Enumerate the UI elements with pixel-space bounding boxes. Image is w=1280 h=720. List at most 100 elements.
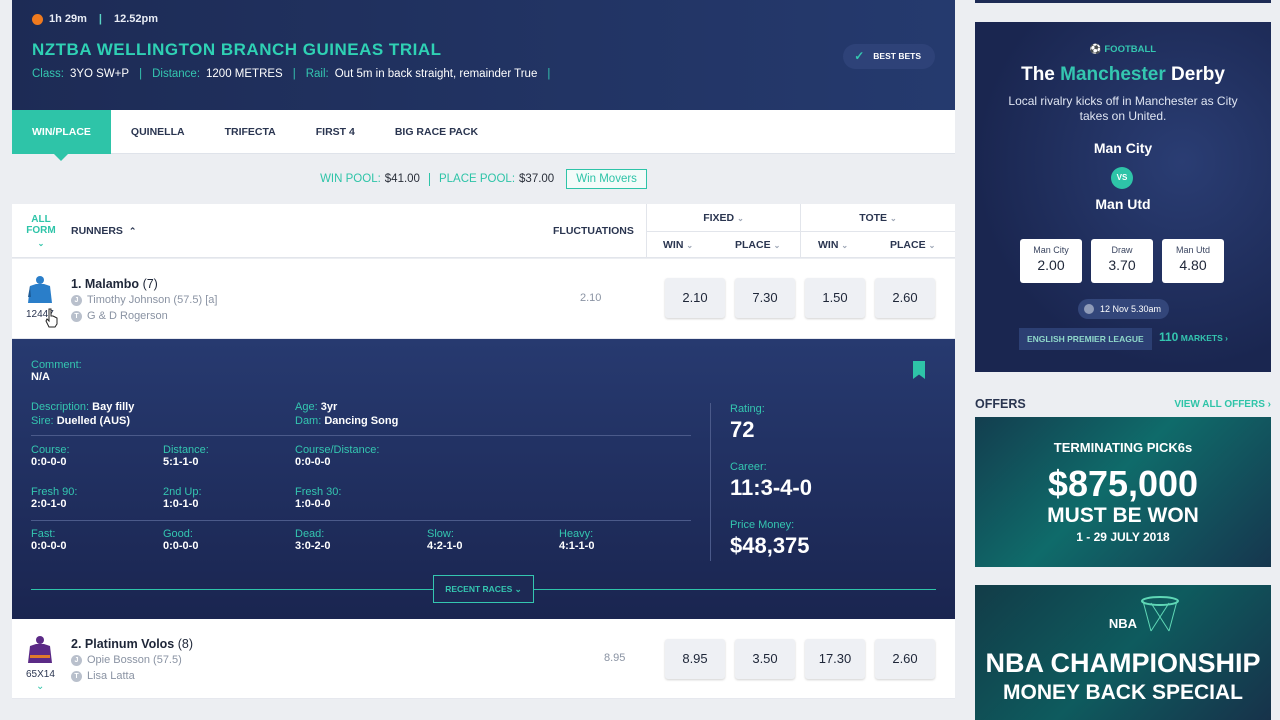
fixed-place-odds-button[interactable]: 3.50	[735, 639, 795, 679]
chevron-down-icon: ⌄	[890, 214, 897, 223]
view-all-offers-link[interactable]: VIEW ALL OFFERS ›	[1174, 399, 1271, 410]
chevron-down-icon[interactable]: ⌄	[36, 681, 44, 692]
race-header: 1h 29m | 12.52pm NZTBA WELLINGTON BRANCH…	[12, 0, 955, 110]
kickoff-time: 12 Nov 5.30am	[1078, 299, 1170, 319]
runner-row[interactable]: 65X14 ⌄ 2. Platinum Volos (8) J Opie Bos…	[12, 619, 955, 699]
chevron-down-icon: ⌄	[686, 241, 694, 250]
divider: |	[547, 68, 551, 80]
rating-stat: Rating: 72	[730, 403, 765, 442]
win-movers-button[interactable]: Win Movers	[566, 169, 647, 189]
fixed-win-header[interactable]: WIN ⌄	[663, 239, 693, 251]
fluctuations-header: FLUCTUATIONS	[553, 225, 634, 237]
fixed-win-odds-button[interactable]: 2.10	[665, 278, 725, 318]
markets-link[interactable]: 110 MARKETS ›	[1159, 330, 1228, 344]
banner-dates: 1 - 29 JULY 2018	[1076, 530, 1170, 544]
tab-first-4[interactable]: FIRST 4	[296, 110, 375, 154]
win-pool-label: WIN POOL:	[320, 173, 381, 185]
league-badge[interactable]: ENGLISH PREMIER LEAGUE	[1019, 328, 1152, 350]
all-form-label: ALL FORM	[26, 214, 56, 236]
bookmark-icon[interactable]	[913, 361, 925, 379]
chevron-down-icon: ⌄	[841, 241, 849, 250]
banner-league: NBA	[1108, 616, 1138, 631]
race-timebar: 1h 29m | 12.52pm	[32, 13, 158, 25]
offers-heading: OFFERS	[975, 397, 1026, 411]
banner-heading: NBA CHAMPIONSHIP	[985, 648, 1261, 678]
fresh90-stat: Fresh 90: 2:0-1-0	[31, 486, 78, 510]
runner-row[interactable]: 12447 1. Malambo (7) J Timothy Johnson (…	[12, 259, 955, 339]
fixed-place-header[interactable]: PLACE ⌄	[735, 239, 780, 251]
distance-stat: Distance: 5:1-1-0	[163, 444, 209, 468]
chevron-down-icon: ⌄	[737, 214, 744, 223]
fixed-label: FIXED	[703, 212, 735, 224]
place-pool-value: $37.00	[519, 173, 555, 185]
check-icon: ✓	[854, 49, 865, 63]
odds-button-home[interactable]: Man City 2.00	[1020, 239, 1082, 283]
class-value: 3YO SW+P	[69, 68, 130, 80]
tote-win-header[interactable]: WIN ⌄	[818, 239, 848, 251]
race-title: NZTBA WELLINGTON BRANCH GUINEAS TRIAL	[32, 40, 442, 59]
tab-big-race-pack[interactable]: BIG RACE PACK	[375, 110, 498, 154]
clock-icon	[1084, 304, 1094, 314]
banner-amount: $875,000	[1047, 463, 1199, 504]
good-stat: Good: 0:0-0-0	[163, 528, 199, 552]
description-row: Description: Bay filly	[31, 401, 135, 413]
runners-header-label: RUNNERS	[71, 225, 123, 237]
chevron-up-icon: ⌃	[128, 226, 137, 236]
banner-heading: TERMINATING PICK6s	[1053, 440, 1193, 455]
jockey-icon: J	[71, 654, 82, 666]
comment-block: Comment: N/A	[31, 359, 82, 383]
divider	[975, 0, 1271, 3]
pick6-offer-banner[interactable]: TERMINATING PICK6s $875,000 MUST BE WON …	[975, 417, 1271, 567]
tote-place-odds-button[interactable]: 2.60	[875, 639, 935, 679]
fixed-place-odds-button[interactable]: 7.30	[735, 278, 795, 318]
heavy-stat: Heavy: 4:1-1-0	[559, 528, 595, 552]
tote-place-header[interactable]: PLACE ⌄	[890, 239, 935, 251]
divider: |	[292, 68, 296, 80]
hand-cursor-icon	[45, 308, 58, 328]
trainer-name: Lisa Latta	[87, 670, 135, 682]
tote-win-odds-button[interactable]: 1.50	[805, 278, 865, 318]
tab-quinella[interactable]: QUINELLA	[111, 110, 205, 154]
career-stat: Career: 11:3-4-0	[730, 461, 812, 500]
fixed-group-header: FIXED ⌄ WIN ⌄ PLACE ⌄	[646, 204, 800, 258]
best-bets-button[interactable]: ✓ BEST BETS	[843, 44, 935, 69]
race-meta: Class: 3YO SW+P | Distance: 1200 METRES …	[32, 68, 554, 80]
tab-trifecta[interactable]: TRIFECTA	[205, 110, 296, 154]
tote-win-odds-button[interactable]: 17.30	[805, 639, 865, 679]
nba-offer-banner[interactable]: NBA NBA CHAMPIONSHIP MONEY BACK SPECIAL	[975, 585, 1271, 720]
jockey-name: Timothy Johnson (57.5) [a]	[87, 294, 218, 306]
place-pool-label: PLACE POOL:	[438, 173, 516, 185]
runner-name: 1. Malambo (7)	[71, 277, 158, 291]
tab-win-place[interactable]: WIN/PLACE	[12, 110, 111, 161]
chevron-right-icon: ›	[1267, 399, 1271, 410]
runners-sort-header[interactable]: RUNNERS ⌃	[71, 225, 136, 237]
rail-label: Rail:	[305, 68, 329, 80]
trainer-icon: T	[71, 310, 82, 322]
race-time: 12.52pm	[114, 13, 159, 25]
football-promo-card[interactable]: ⚽ FOOTBALL The Manchester Derby Local ri…	[975, 22, 1271, 372]
tote-group-header: TOTE ⌄ WIN ⌄ PLACE ⌄	[800, 204, 955, 258]
recent-races-button[interactable]: RECENT RACES ⌄	[433, 575, 534, 603]
tote-place-odds-button[interactable]: 2.60	[875, 278, 935, 318]
fixed-win-odds-button[interactable]: 8.95	[665, 639, 725, 679]
course-distance-stat: Course/Distance: 0:0-0-0	[295, 444, 380, 468]
fresh30-stat: Fresh 30: 1:0-0-0	[295, 486, 342, 510]
chevron-down-icon: ⌄	[37, 239, 45, 248]
age-row: Age: 3yr	[295, 401, 338, 413]
promo-sport: ⚽ FOOTBALL	[1089, 44, 1157, 55]
odds-button-away[interactable]: Man Utd 4.80	[1162, 239, 1224, 283]
silk-code: 65X14	[26, 669, 55, 680]
all-form-toggle[interactable]: ALL FORM ⌄	[26, 214, 56, 249]
trainer-name: G & D Rogerson	[87, 310, 168, 322]
distance-label: Distance:	[152, 68, 201, 80]
jockey-silk-icon	[28, 636, 52, 663]
slow-stat: Slow: 4:2-1-0	[427, 528, 463, 552]
fluctuation-value: 8.95	[604, 652, 626, 664]
runner-form-detail: Comment: N/A Description: Bay filly Sire…	[12, 339, 955, 619]
jockey-line: J Timothy Johnson (57.5) [a]	[71, 294, 217, 306]
jockey-name: Opie Bosson (57.5)	[87, 654, 182, 666]
chevron-down-icon: ⌄	[928, 241, 936, 250]
win-pool-value: $41.00	[384, 173, 420, 185]
tote-label: TOTE	[859, 212, 888, 224]
odds-button-draw[interactable]: Draw 3.70	[1091, 239, 1153, 283]
